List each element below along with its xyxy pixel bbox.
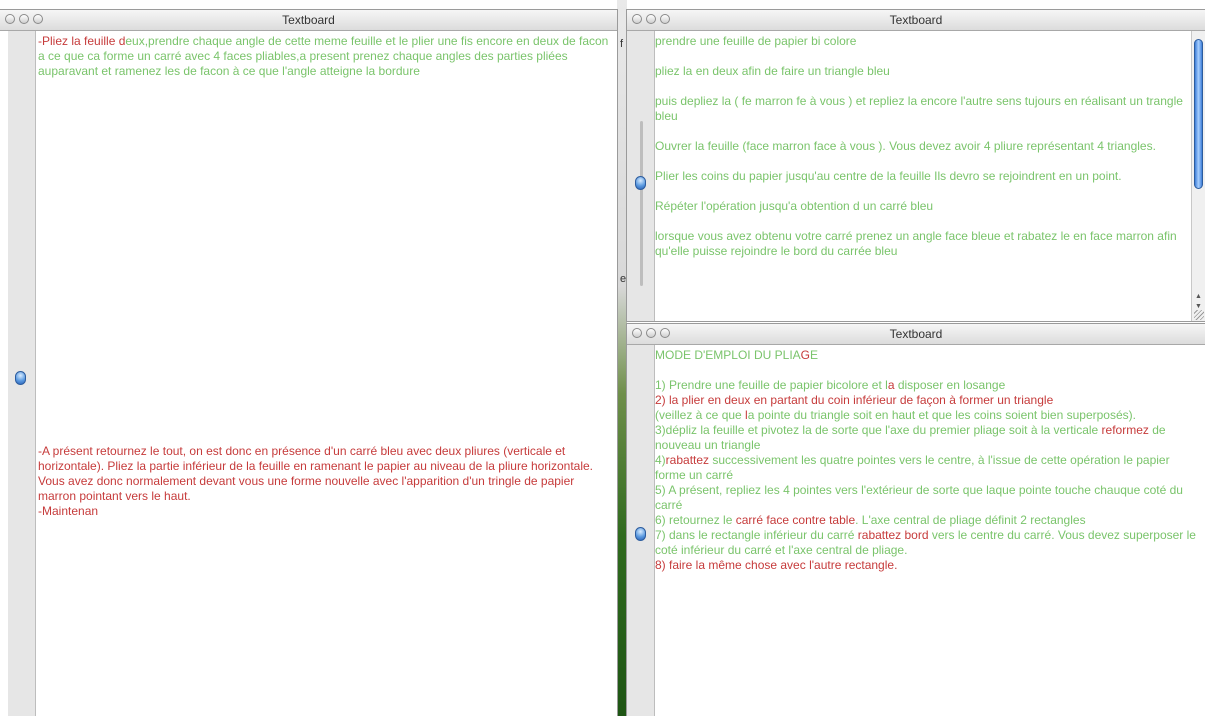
- text-line: prendre une feuille de papier bi colore: [655, 34, 857, 48]
- text-gutter[interactable]: [627, 31, 655, 321]
- text-gutter[interactable]: [627, 345, 655, 716]
- window-titlebar[interactable]: Textboard: [627, 10, 1205, 31]
- scroll-thumb[interactable]: [1194, 39, 1203, 189]
- text-line: Ouvrer la feuille (face marron face à vo…: [655, 139, 1156, 153]
- slider-track[interactable]: [640, 121, 643, 286]
- step: 5) A présent, repliez les 4 pointes vers…: [655, 483, 1183, 512]
- insertion-marker-icon[interactable]: [635, 527, 646, 541]
- scroll-up-arrow-icon[interactable]: ▲: [1195, 293, 1202, 301]
- paragraph: -Pliez la feuille deux,prendre chaque an…: [38, 34, 609, 78]
- text-line: puis depliez la ( fe marron fe à vous ) …: [655, 94, 1183, 123]
- window-title: Textboard: [889, 13, 943, 27]
- window-titlebar[interactable]: Textboard: [0, 10, 617, 31]
- text-line: lorsque vous avez obtenu votre carré pre…: [655, 229, 1177, 258]
- text-gutter[interactable]: [8, 31, 36, 716]
- textboard-window-left[interactable]: Textboard -Pliez la feuille deux,prendre…: [0, 10, 617, 716]
- background-window-fragment: f: [620, 38, 624, 50]
- background-window-fragment: e: [620, 273, 627, 285]
- step: 3)dépliz la feuille et pivotez la de sor…: [655, 423, 1166, 452]
- step: 1) Prendre une feuille de papier bicolor…: [655, 378, 1006, 392]
- step: 8) faire la même chose avec l'autre rect…: [655, 558, 898, 572]
- step: 2) la plier en deux en partant du coin i…: [655, 393, 1054, 407]
- step: 7) dans le rectangle inférieur du carré …: [655, 528, 1196, 557]
- text-line: pliez la en deux afin de faire un triang…: [655, 64, 890, 78]
- window-title: Textboard: [282, 13, 335, 27]
- vertical-scrollbar[interactable]: ▲ ▼: [1191, 31, 1205, 321]
- window-title: Textboard: [889, 327, 943, 341]
- text-area[interactable]: -Pliez la feuille deux,prendre chaque an…: [38, 34, 613, 519]
- step: 4)rabattez successivement les quatre poi…: [655, 453, 1170, 482]
- window-titlebar[interactable]: Textboard: [627, 324, 1205, 345]
- resize-grip-icon[interactable]: [1194, 310, 1204, 320]
- insertion-marker-icon[interactable]: [635, 176, 646, 190]
- desktop-background: [617, 0, 627, 716]
- text-line: Plier les coins du papier jusqu'au centr…: [655, 169, 1122, 183]
- text-area[interactable]: MODE D'EMPLOI DU PLIAGE 1) Prendre une f…: [655, 348, 1203, 573]
- text-line: Répéter l'opération jusqu'a obtention d …: [655, 199, 934, 213]
- step: 6) retournez le carré face contre table.…: [655, 513, 1086, 527]
- paragraph: -Maintenan: [38, 504, 99, 518]
- step: (veillez à ce que la pointe du triangle …: [655, 408, 1136, 422]
- insertion-marker-icon[interactable]: [15, 371, 26, 385]
- textboard-window-top-right[interactable]: Textboard prendre une feuille de papier …: [627, 10, 1205, 321]
- heading: MODE D'EMPLOI DU PLIAGE: [655, 348, 819, 362]
- paragraph: -A présent retournez le tout, on est don…: [38, 444, 593, 503]
- textboard-window-bottom-right[interactable]: Textboard MODE D'EMPLOI DU PLIAGE 1) Pre…: [627, 324, 1205, 716]
- text-area[interactable]: prendre une feuille de papier bi colore …: [655, 34, 1185, 259]
